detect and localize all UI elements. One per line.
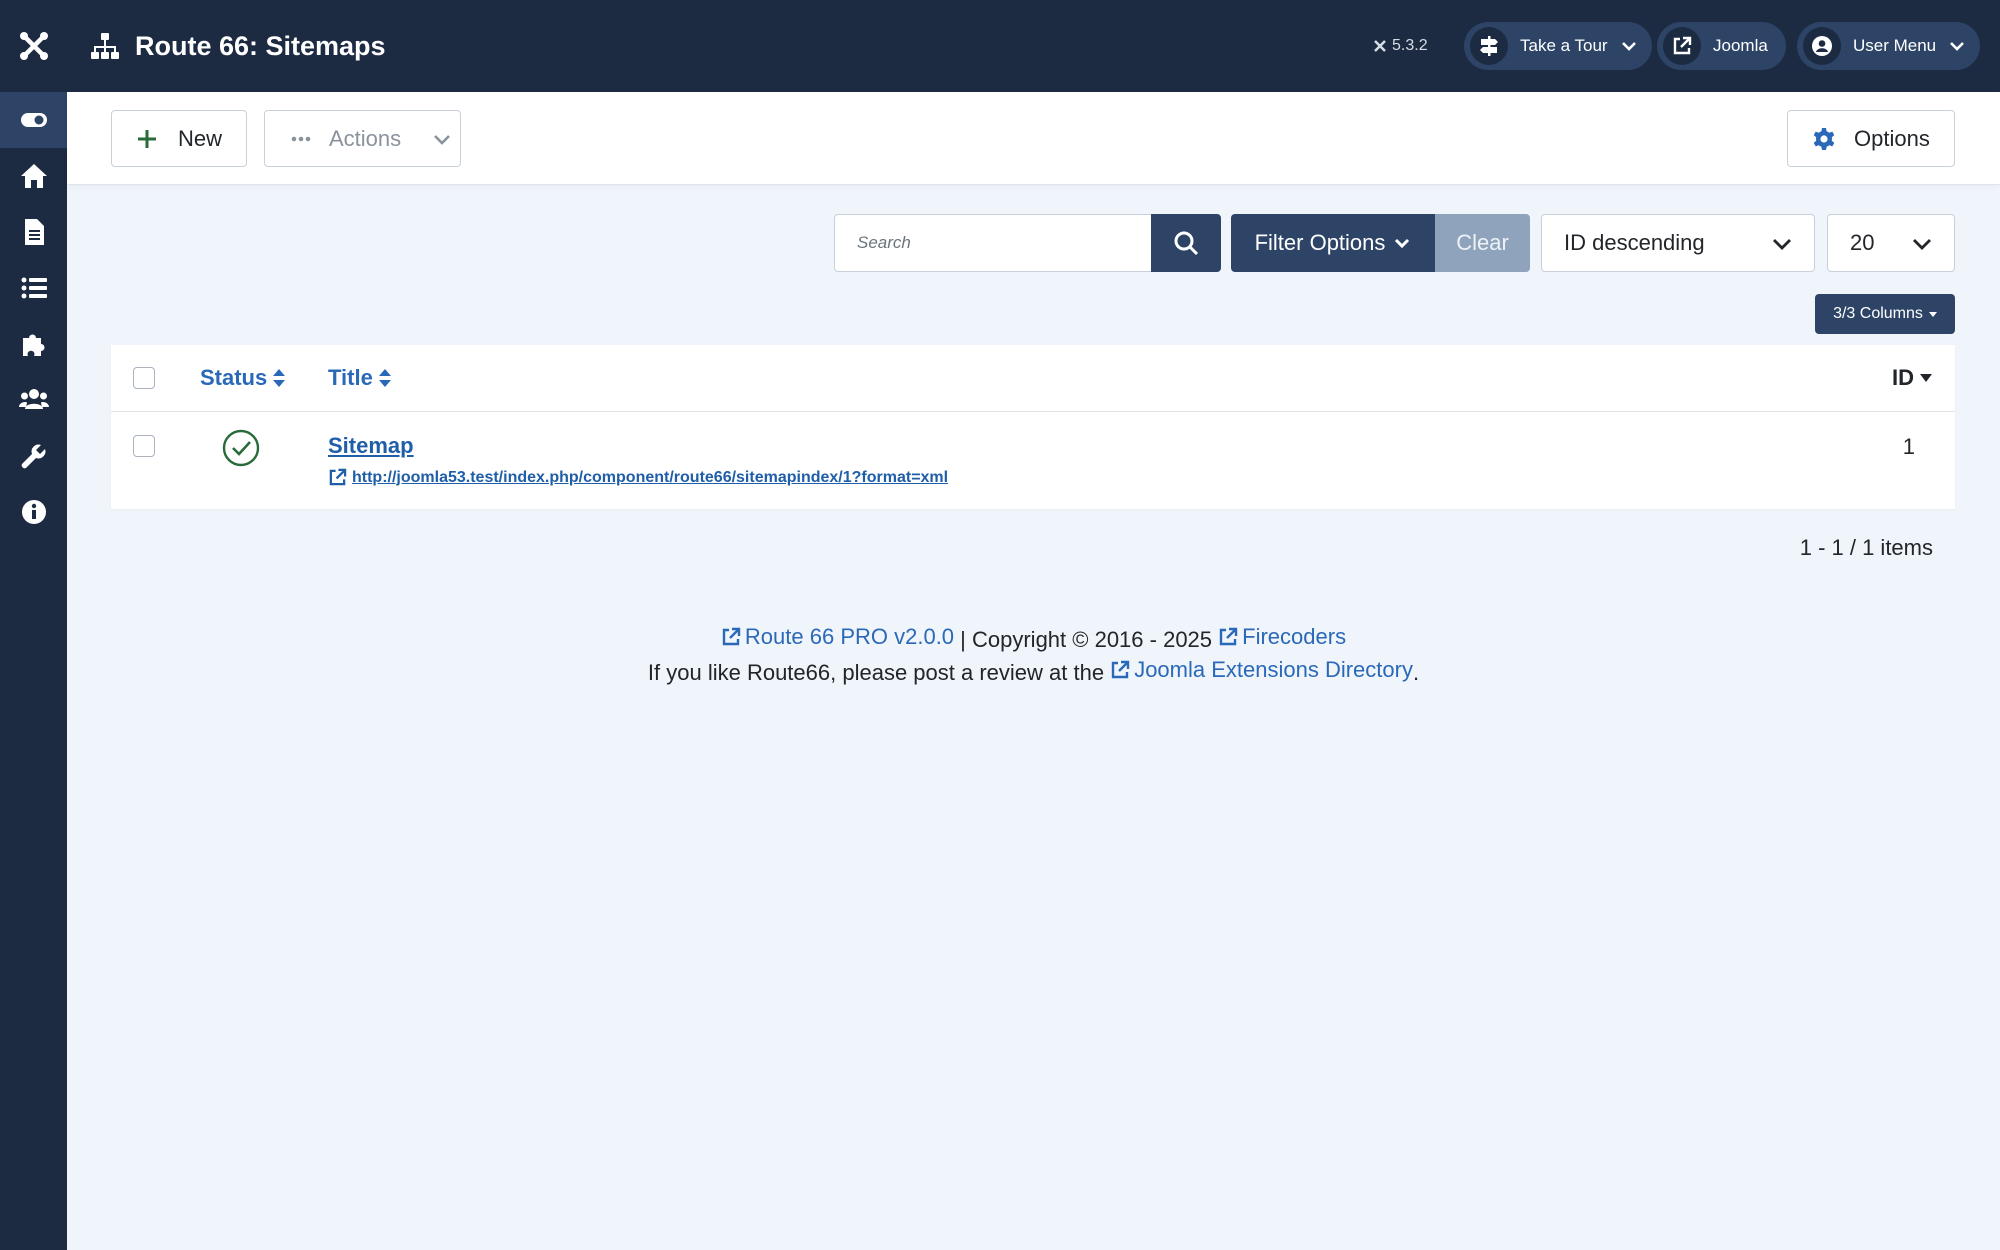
sidebar-item-system[interactable]	[0, 428, 67, 484]
filter-options-button[interactable]: Filter Options	[1231, 214, 1435, 272]
sitemap-icon	[91, 33, 119, 59]
order-select-value: ID descending	[1564, 230, 1705, 255]
sitemaps-table: Status Title ID Sitemap http://joomla53.…	[111, 345, 1955, 509]
users-icon	[18, 389, 49, 409]
footer-period: .	[1412, 660, 1420, 685]
search-icon	[1174, 231, 1199, 256]
status-column-header[interactable]: Status	[200, 365, 286, 391]
external-link-icon	[1219, 627, 1238, 646]
options-label: Options	[1854, 125, 1930, 151]
options-button[interactable]: Options	[1787, 110, 1955, 167]
joomla-site-button[interactable]: Joomla	[1657, 22, 1786, 70]
external-link-icon	[329, 468, 347, 486]
chevron-down-icon	[1773, 239, 1791, 250]
joomla-logo[interactable]	[0, 0, 67, 92]
external-link-icon	[1673, 36, 1692, 55]
title-column-header[interactable]: Title	[328, 365, 392, 391]
external-link-icon	[1111, 660, 1130, 679]
user-menu-label: User Menu	[1853, 36, 1937, 55]
gear-icon	[1813, 127, 1835, 150]
sitemap-url-link[interactable]: http://joomla53.test/index.php/component…	[328, 468, 948, 487]
chevron-down-icon	[1913, 239, 1931, 250]
sidebar-item-toggle-menu[interactable]	[0, 92, 67, 148]
home-icon	[20, 164, 47, 188]
footer-review: If you like Route66, please post a revie…	[67, 657, 2000, 686]
search-button[interactable]	[1151, 214, 1221, 272]
product-link[interactable]: Route 66 PRO v2.0.0	[721, 624, 954, 650]
sidebar-item-content[interactable]	[0, 204, 67, 260]
chevron-down-icon	[1395, 238, 1410, 249]
actions-label: Actions	[329, 125, 402, 151]
wrench-icon	[21, 444, 45, 469]
user-circle-icon	[1812, 36, 1832, 56]
joomla-logo-icon	[19, 32, 48, 60]
sort-icon	[378, 369, 391, 387]
puzzle-icon	[22, 334, 44, 356]
list-icon	[21, 277, 47, 299]
user-menu-button[interactable]: User Menu	[1797, 22, 1981, 70]
chevron-down-icon	[1950, 42, 1965, 51]
page-title: Route 66: Sitemaps	[135, 30, 386, 61]
chevron-down-icon	[434, 134, 451, 145]
joomla-site-label: Joomla	[1713, 36, 1768, 55]
search-input[interactable]	[834, 214, 1152, 272]
pagination-info: 1 - 1 / 1 items	[1799, 535, 1933, 560]
toolbar: New Actions Options	[67, 92, 2000, 185]
header: Route 66: Sitemaps 5.3.2 Take a Tour Joo…	[67, 0, 2000, 92]
sidebar-item-components[interactable]	[0, 316, 67, 372]
row-id: 1	[1902, 434, 1915, 459]
footer-credits: Route 66 PRO v2.0.0 | Copyright © 2016 -…	[67, 624, 2000, 653]
sitemap-url-text: http://joomla53.test/index.php/component…	[352, 468, 949, 486]
page-title-wrap: Route 66: Sitemaps	[89, 0, 386, 92]
plus-icon	[138, 129, 156, 148]
signpost-icon	[1480, 36, 1498, 56]
version-text: 5.3.2	[1392, 37, 1428, 54]
limit-select[interactable]: 20	[1827, 214, 1955, 272]
copyright-text: | Copyright © 2016 - 2025	[960, 627, 1213, 652]
new-button-label: New	[178, 125, 223, 151]
file-icon	[24, 219, 44, 245]
new-button[interactable]: New	[111, 110, 247, 167]
sidebar	[0, 0, 67, 1250]
row-checkbox[interactable]	[133, 435, 155, 457]
filter-options-label: Filter Options	[1254, 230, 1386, 255]
sitemap-title-link[interactable]: Sitemap	[328, 433, 414, 459]
company-link-text: Firecoders	[1242, 624, 1347, 649]
product-link-text: Route 66 PRO v2.0.0	[744, 624, 955, 649]
columns-dropdown-button[interactable]: 3/3 Columns	[1815, 294, 1955, 334]
sidebar-item-menus[interactable]	[0, 260, 67, 316]
actions-dropdown[interactable]: Actions	[264, 110, 461, 167]
table-header: Status Title ID	[111, 345, 1955, 412]
chevron-down-icon	[1621, 42, 1636, 51]
sidebar-item-help[interactable]	[0, 484, 67, 540]
ellipsis-icon	[291, 136, 311, 141]
select-all-checkbox[interactable]	[133, 367, 155, 389]
columns-label: 3/3 Columns	[1833, 305, 1923, 322]
sort-desc-icon	[1920, 374, 1932, 382]
review-text: If you like Route66, please post a revie…	[647, 660, 1105, 685]
published-check-icon[interactable]	[222, 429, 260, 467]
title-header-label: Title	[328, 365, 373, 390]
id-header-label: ID	[1892, 365, 1914, 390]
external-link-icon	[722, 627, 741, 646]
take-a-tour-label: Take a Tour	[1520, 36, 1608, 55]
jed-link-text: Joomla Extensions Directory	[1134, 657, 1413, 682]
sidebar-item-home[interactable]	[0, 148, 67, 204]
company-link[interactable]: Firecoders	[1218, 624, 1346, 650]
joomla-small-icon	[1374, 40, 1386, 52]
version-badge: 5.3.2	[1372, 0, 1428, 92]
take-a-tour-button[interactable]: Take a Tour	[1464, 22, 1652, 70]
status-header-label: Status	[200, 365, 268, 390]
jed-link[interactable]: Joomla Extensions Directory	[1110, 657, 1413, 683]
info-icon	[21, 500, 46, 524]
sidebar-item-users[interactable]	[0, 372, 67, 428]
clear-button[interactable]: Clear	[1435, 214, 1530, 272]
limit-select-value: 20	[1850, 230, 1875, 255]
caret-down-icon	[1928, 311, 1937, 317]
toggle-icon	[20, 113, 47, 127]
id-column-header[interactable]: ID	[1892, 365, 1933, 391]
order-select[interactable]: ID descending	[1541, 214, 1815, 272]
sort-icon	[273, 369, 286, 387]
